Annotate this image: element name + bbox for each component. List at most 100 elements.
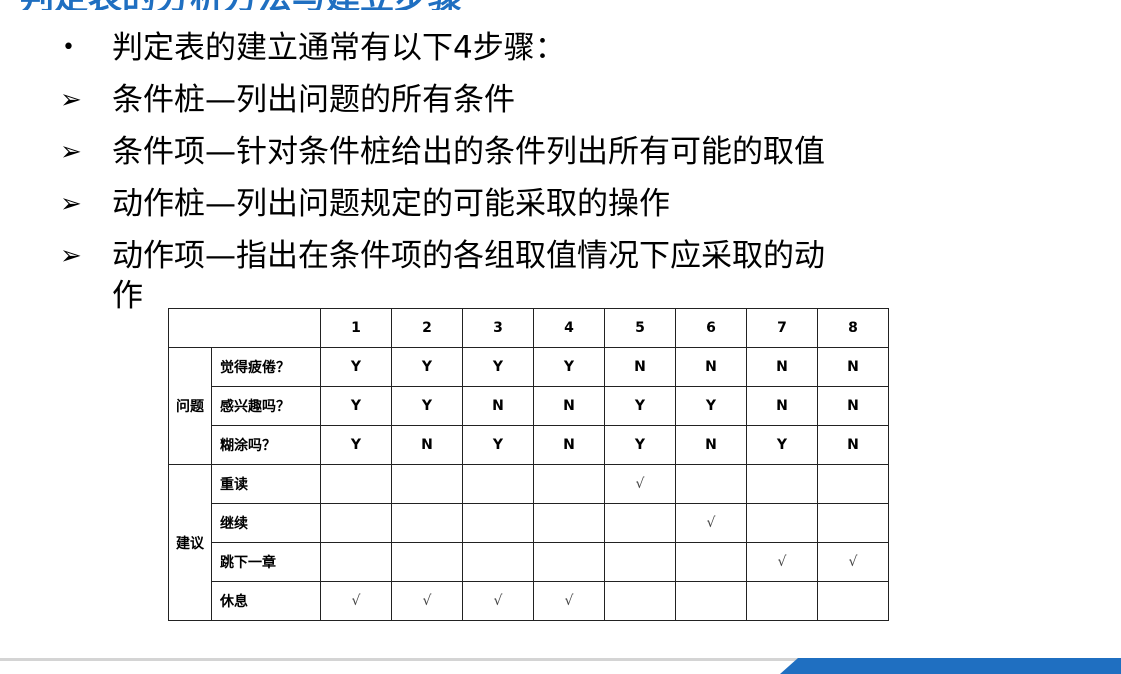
table-cell: N	[817, 425, 889, 465]
table-cell: N	[604, 347, 676, 387]
table-row: 建议 重读 √	[168, 464, 889, 621]
table-cell	[817, 464, 889, 504]
table-cell: Y	[675, 386, 747, 426]
advice-group-label: 建议	[168, 464, 212, 621]
table-cell	[391, 464, 463, 504]
table-cell: N	[533, 425, 605, 465]
column-header: 7	[746, 308, 818, 348]
row-label: 觉得疲倦？	[211, 347, 321, 387]
table-cell	[320, 464, 392, 504]
table-cell: N	[391, 425, 463, 465]
table-cell	[462, 464, 534, 504]
table-cell	[675, 581, 747, 621]
arrow-bullet-icon: ➢	[60, 189, 82, 219]
table-cell	[462, 503, 534, 543]
table-cell: Y	[533, 347, 605, 387]
bullet-step-1: ➢ 条件桩—列出问题的所有条件	[60, 80, 940, 132]
table-cell: √	[746, 542, 818, 582]
table-cell: √	[675, 503, 747, 543]
table-cell	[604, 542, 676, 582]
row-label: 糊涂吗？	[211, 425, 321, 465]
table-row: 继续 √	[169, 503, 889, 543]
table-cell: Y	[462, 425, 534, 465]
column-header: 5	[604, 308, 676, 348]
table-row: 跳下一章 √ √	[169, 542, 889, 582]
table-cell	[604, 581, 676, 621]
table-cell: Y	[320, 425, 392, 465]
bullet-step-2: ➢ 条件项—针对条件桩给出的条件列出所有可能的取值	[60, 132, 940, 184]
table-row: 感兴趣吗？ Y Y N N Y Y N N	[169, 386, 889, 426]
column-header: 8	[817, 308, 889, 348]
column-header: 2	[391, 308, 463, 348]
table-cell: √	[391, 581, 463, 621]
table-cell: Y	[604, 425, 676, 465]
row-label: 休息	[211, 581, 321, 621]
arrow-bullet-icon: ➢	[60, 85, 82, 115]
table-row: 休息 √ √ √ √	[169, 581, 889, 621]
step-text: 条件桩—列出问题的所有条件	[112, 82, 515, 118]
footer-accent-bar	[780, 658, 1121, 674]
table-cell	[533, 464, 605, 504]
bullet-step-3: ➢ 动作桩—列出问题规定的可能采取的操作	[60, 184, 940, 236]
table-cell: N	[462, 386, 534, 426]
table-cell: Y	[320, 386, 392, 426]
table-cell: √	[817, 542, 889, 582]
table-row: 糊涂吗？ Y N Y N Y N Y N	[169, 425, 889, 465]
step-text-continuation: 作	[112, 278, 143, 314]
table-cell: N	[675, 425, 747, 465]
table-cell: Y	[604, 386, 676, 426]
table-cell: Y	[391, 347, 463, 387]
table-cell	[746, 464, 818, 504]
table-cell	[391, 542, 463, 582]
column-header: 1	[320, 308, 392, 348]
table-cell	[675, 464, 747, 504]
row-label: 继续	[211, 503, 321, 543]
table-cell	[533, 542, 605, 582]
table-cell: Y	[746, 425, 818, 465]
table-cell: Y	[320, 347, 392, 387]
table-cell: N	[817, 347, 889, 387]
table-cell	[391, 503, 463, 543]
table-cell: N	[746, 347, 818, 387]
table-cell	[320, 542, 392, 582]
table-cell	[817, 503, 889, 543]
row-label: 跳下一章	[211, 542, 321, 582]
column-header: 3	[462, 308, 534, 348]
arrow-bullet-icon: ➢	[60, 241, 82, 271]
table-cell: Y	[462, 347, 534, 387]
row-label: 重读	[211, 464, 321, 504]
column-header: 6	[675, 308, 747, 348]
bullet-dot-icon: •	[62, 35, 75, 60]
column-header: 4	[533, 308, 605, 348]
table-header-row: 1 2 3 4 5 6 7 8	[168, 308, 889, 348]
table-cell: N	[817, 386, 889, 426]
table-cell	[817, 581, 889, 621]
table-cell: √	[533, 581, 605, 621]
table-cell: N	[533, 386, 605, 426]
table-cell: Y	[391, 386, 463, 426]
intro-text: 判定表的建立通常有以下4步骤：	[112, 30, 566, 66]
step-text: 动作桩—列出问题规定的可能采取的操作	[112, 186, 670, 222]
bullet-intro: • 判定表的建立通常有以下4步骤：	[60, 28, 940, 80]
table-cell	[533, 503, 605, 543]
table-cell	[746, 581, 818, 621]
table-cell: N	[675, 347, 747, 387]
table-cell: √	[604, 464, 676, 504]
table-cell	[462, 542, 534, 582]
table-cell	[320, 503, 392, 543]
bullet-step-4: ➢ 动作项—指出在条件项的各组取值情况下应采取的动 作	[60, 236, 940, 314]
table-cell: N	[746, 386, 818, 426]
table-cell: √	[320, 581, 392, 621]
header-corner-cell	[168, 308, 321, 348]
step-text: 条件项—针对条件桩给出的条件列出所有可能的取值	[112, 134, 825, 170]
question-group-label: 问题	[168, 347, 212, 465]
arrow-bullet-icon: ➢	[60, 137, 82, 167]
bullet-list: • 判定表的建立通常有以下4步骤： ➢ 条件桩—列出问题的所有条件 ➢ 条件项—…	[60, 28, 940, 314]
row-label: 感兴趣吗？	[211, 386, 321, 426]
table-row: 问题 觉得疲倦？ Y Y Y Y N N N N	[168, 347, 889, 465]
decision-table: 1 2 3 4 5 6 7 8 问题 觉得疲倦？ Y Y Y Y N N N N…	[168, 308, 889, 621]
table-cell	[604, 503, 676, 543]
table-cell: √	[462, 581, 534, 621]
step-text: 动作项—指出在条件项的各组取值情况下应采取的动	[112, 238, 825, 274]
slide-title: 判定表的分析方法与建立步骤	[20, 0, 780, 10]
